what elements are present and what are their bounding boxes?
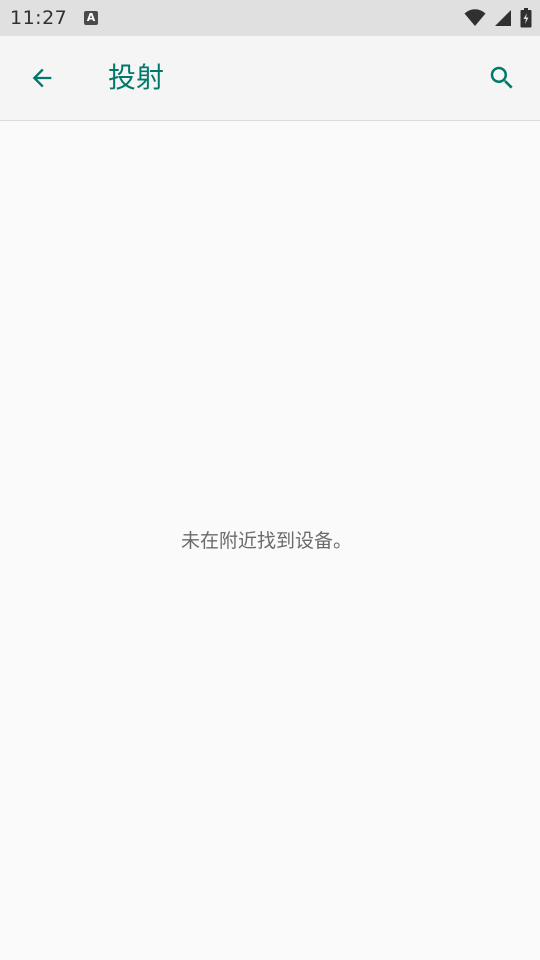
cell-signal-icon bbox=[495, 10, 511, 26]
battery-icon bbox=[520, 8, 532, 28]
device-list-area: 未在附近找到设备。 bbox=[0, 121, 540, 960]
status-bar: 11:27 A bbox=[0, 0, 540, 36]
status-icons bbox=[464, 7, 532, 29]
back-button[interactable] bbox=[20, 56, 64, 100]
status-time: 11:27 bbox=[10, 7, 68, 29]
empty-state-message: 未在附近找到设备。 bbox=[180, 530, 352, 552]
keyboard-notification-icon: A bbox=[84, 11, 98, 25]
page-title: 投射 bbox=[108, 61, 165, 94]
search-button[interactable] bbox=[480, 56, 524, 100]
arrow-back-icon bbox=[32, 68, 52, 88]
app-bar: 投射 bbox=[0, 36, 540, 121]
wifi-icon bbox=[464, 9, 486, 26]
search-icon bbox=[490, 66, 513, 89]
